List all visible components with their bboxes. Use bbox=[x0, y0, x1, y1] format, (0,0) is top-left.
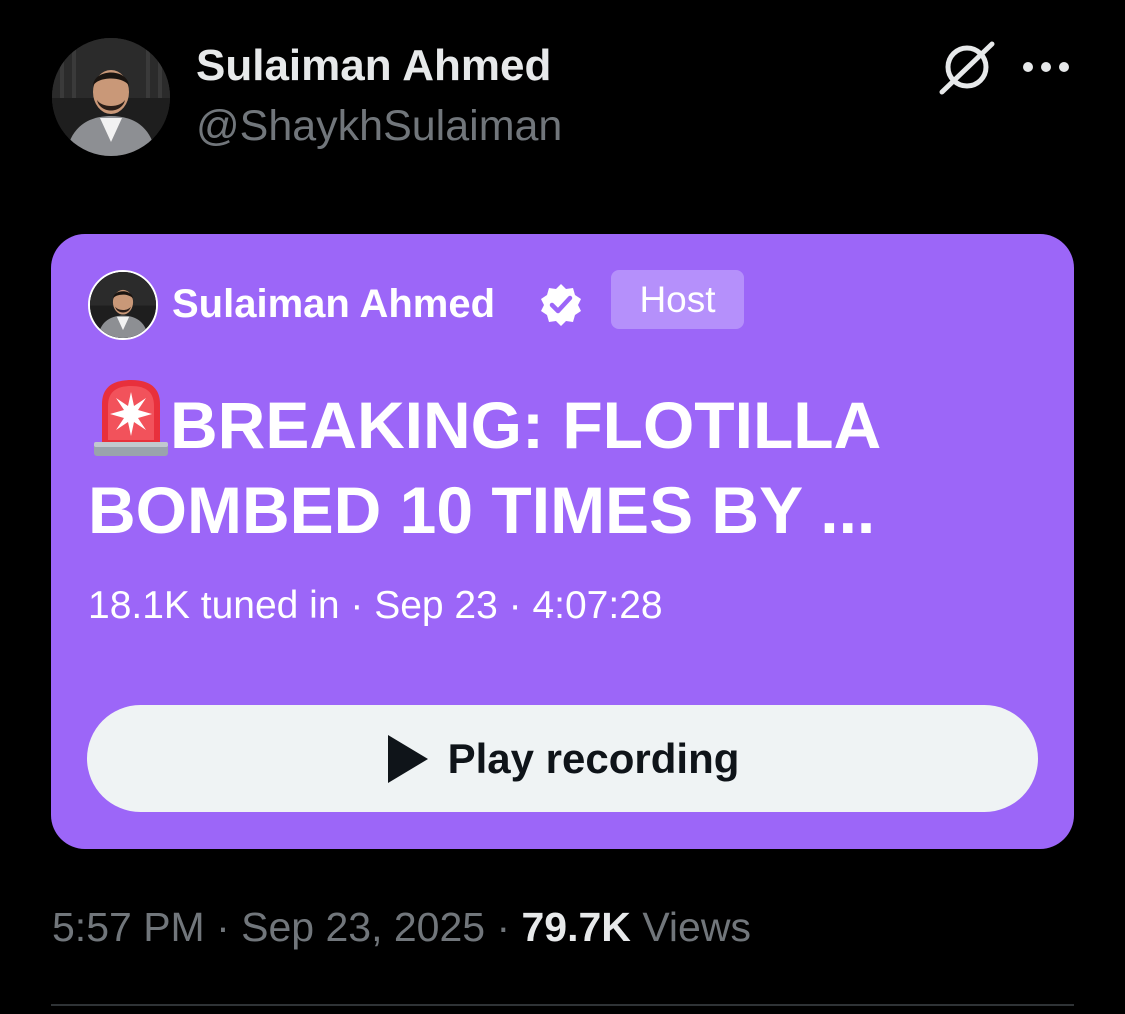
space-title: BREAKING: FLOTILLA BOMBED 10 TIMES BY ..… bbox=[88, 374, 968, 553]
grok-icon[interactable] bbox=[936, 40, 996, 96]
views-label: Views bbox=[630, 904, 751, 950]
host-name[interactable]: Sulaiman Ahmed bbox=[172, 279, 495, 329]
space-host-row: Sulaiman Ahmed Host bbox=[88, 270, 988, 342]
space-meta: 18.1K tuned in · Sep 23 · 4:07:28 bbox=[88, 584, 663, 627]
tweet-timestamp[interactable]: 5:57 PM · Sep 23, 2025 · bbox=[52, 904, 522, 950]
author-handle[interactable]: @ShaykhSulaiman bbox=[196, 100, 562, 152]
author-name[interactable]: Sulaiman Ahmed bbox=[196, 40, 551, 92]
author-avatar[interactable] bbox=[52, 38, 170, 156]
police-siren-icon bbox=[88, 374, 174, 460]
play-recording-button[interactable]: Play recording bbox=[87, 705, 1038, 812]
play-recording-label: Play recording bbox=[447, 734, 740, 782]
views-count[interactable]: 79.7K bbox=[522, 904, 631, 950]
host-avatar[interactable] bbox=[88, 270, 158, 340]
play-icon bbox=[387, 734, 428, 783]
verified-badge-icon bbox=[538, 282, 584, 328]
divider bbox=[51, 1004, 1074, 1006]
space-card[interactable]: Sulaiman Ahmed Host BREAKING: FLOTILLA B… bbox=[51, 234, 1074, 849]
space-title-text: BREAKING: FLOTILLA BOMBED 10 TIMES BY ..… bbox=[88, 388, 879, 547]
more-options-icon[interactable] bbox=[1020, 52, 1072, 82]
tweet-meta: 5:57 PM · Sep 23, 2025 · 79.7K Views bbox=[52, 902, 751, 952]
host-badge: Host bbox=[611, 270, 744, 329]
